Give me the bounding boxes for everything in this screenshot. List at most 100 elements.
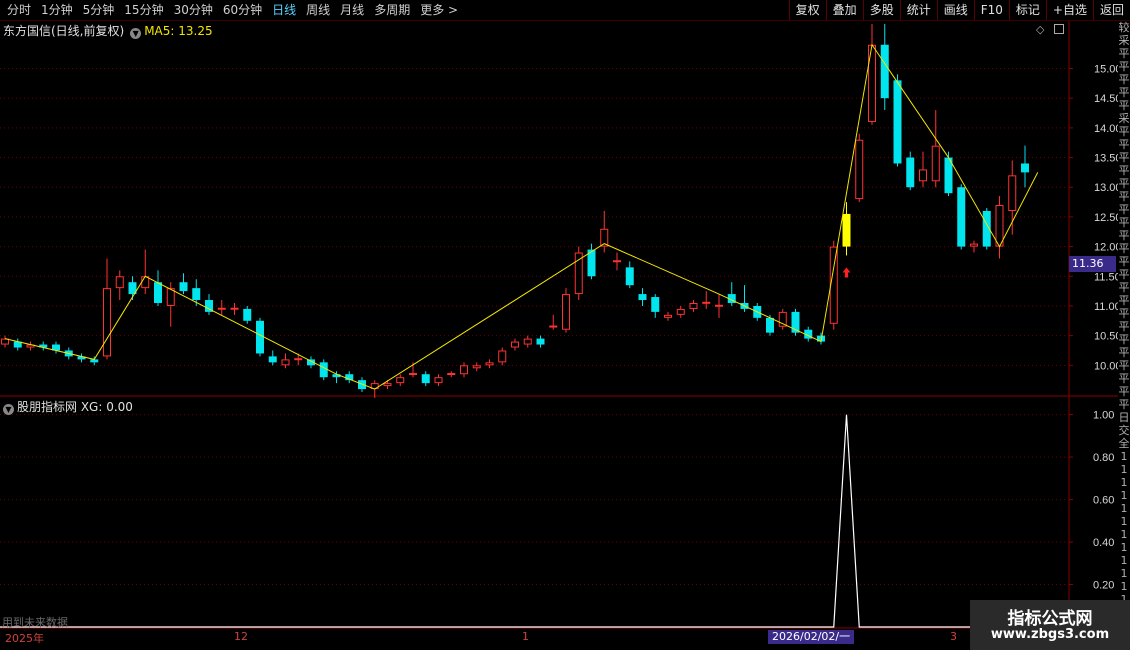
candle-body	[931, 145, 940, 182]
candle-body	[511, 341, 519, 348]
candle-body	[880, 44, 889, 99]
period-tab[interactable]: 5分钟	[78, 0, 120, 20]
price-axis-label: 12.00	[1094, 242, 1118, 254]
period-tab[interactable]: 60分钟	[218, 0, 267, 20]
price-axis-label: 14.00	[1094, 123, 1118, 135]
strip-char: 采	[1118, 34, 1130, 47]
period-tab[interactable]: 1分钟	[36, 0, 78, 20]
candle-body	[995, 205, 1004, 247]
buy-signal-arrow	[842, 267, 851, 278]
price-axis-label: 11.50	[1094, 271, 1118, 283]
indicator-axis-label: 1.00	[1093, 410, 1114, 422]
right-info-strip: 较采平平平平平采平平平平平平平平平平平平平平平平平平平平平平日交全1111111…	[1118, 21, 1130, 631]
candle-body	[613, 260, 621, 263]
watermark-title: 指标公式网	[1007, 609, 1093, 629]
price-axis-label: 10.50	[1094, 331, 1118, 343]
candle-body	[536, 338, 545, 345]
candle-body	[715, 304, 723, 307]
period-tab[interactable]: 周线	[301, 0, 335, 20]
indicator-axis-label: 0.20	[1093, 580, 1114, 592]
candle-body	[523, 338, 532, 345]
candle-body	[855, 139, 864, 200]
strip-char: 1	[1120, 515, 1128, 528]
candle-body	[294, 358, 303, 361]
candle-body	[447, 373, 456, 376]
indicator-toggle-icon[interactable]: ▼	[3, 404, 14, 415]
strip-char: 平	[1118, 268, 1130, 281]
strip-char: 平	[1118, 138, 1130, 151]
toolbar-button[interactable]: 叠加	[825, 0, 863, 20]
strip-char: 1	[1120, 567, 1128, 580]
price-axis-label: 13.00	[1094, 182, 1118, 194]
toolbar-button[interactable]: +自选	[1045, 0, 1093, 20]
strip-char: 平	[1118, 346, 1130, 359]
candle-body	[638, 294, 647, 301]
strip-char: 全	[1118, 437, 1130, 450]
price-axis-label: 14.50	[1094, 93, 1118, 105]
candle-body	[906, 157, 915, 188]
strip-char: 1	[1120, 463, 1128, 476]
action-buttons: 复权 叠加 多股 统计 画线 F10 标记 +自选 返回	[788, 0, 1130, 20]
ma-toggle-icon[interactable]: ▼	[130, 28, 142, 39]
strip-char: 平	[1118, 242, 1130, 255]
strip-char: 平	[1118, 60, 1130, 73]
candle-body	[829, 246, 838, 324]
toolbar-button[interactable]: 复权	[788, 0, 826, 20]
price-axis-label: 10.00	[1094, 360, 1118, 372]
strip-char: 平	[1118, 99, 1130, 112]
candle-body	[230, 307, 239, 310]
period-tab[interactable]: 日线	[267, 0, 301, 20]
strip-char: 采	[1118, 112, 1130, 125]
strip-char: 平	[1118, 398, 1130, 411]
indicator-name: 股朋指标网 XG: 0.00	[17, 400, 133, 414]
candle-body	[281, 359, 290, 366]
kline-chart[interactable]: 15.00 14.50 14.00 13.50 13.00 12.50 12.00 11.50…	[0, 21, 1118, 633]
candle-body	[1021, 163, 1029, 173]
toolbar-button[interactable]: 返回	[1092, 0, 1130, 20]
toolbar-button[interactable]: 画线	[936, 0, 974, 20]
candle-body	[166, 288, 175, 306]
candle-body	[1008, 175, 1017, 211]
candle-body	[702, 301, 711, 304]
candle-body	[256, 320, 264, 354]
xg-signal-line	[0, 414, 1068, 628]
strip-char: 平	[1118, 281, 1130, 294]
strip-char: 交	[1118, 424, 1130, 437]
candle-body	[103, 288, 111, 357]
candle-body	[460, 365, 468, 375]
x-axis-month-label: 3	[950, 630, 957, 643]
period-tab[interactable]: 30分钟	[169, 0, 218, 20]
candle-body	[179, 282, 188, 292]
candle-body	[766, 317, 774, 333]
toolbar-button[interactable]: 多股	[862, 0, 900, 20]
candle-body	[434, 377, 443, 384]
diamond-icon[interactable]: ◇	[1036, 23, 1044, 36]
toolbar-button[interactable]: F10	[973, 0, 1009, 20]
period-tab[interactable]: 月线	[335, 0, 369, 20]
stock-name: 东方国信(日线,前复权)	[3, 24, 125, 38]
strip-char: 平	[1118, 47, 1130, 60]
panel-controls: ◇	[1036, 23, 1064, 36]
period-tab[interactable]: 更多 >	[415, 0, 463, 20]
period-tab[interactable]: 分时	[2, 0, 36, 20]
candle-body	[689, 302, 698, 309]
strip-char: 日	[1118, 411, 1130, 424]
strip-char: 平	[1118, 333, 1130, 346]
candle-body	[409, 373, 417, 376]
toolbar-button[interactable]: 标记	[1008, 0, 1046, 20]
window-icon[interactable]	[1053, 24, 1064, 34]
candle-body	[268, 356, 277, 363]
strip-char: 1	[1120, 502, 1128, 515]
candle-body	[383, 383, 392, 387]
indicator-title: ▼ 股朋指标网 XG: 0.00	[3, 398, 133, 415]
indicator-axis-label: 0.60	[1093, 495, 1114, 507]
period-tab[interactable]: 多周期	[369, 0, 415, 20]
toolbar-button[interactable]: 统计	[899, 0, 937, 20]
candle-body	[651, 297, 660, 312]
candle-body	[421, 374, 430, 384]
strip-char: 平	[1118, 151, 1130, 164]
period-tab[interactable]: 15分钟	[119, 0, 168, 20]
strip-char: 平	[1118, 385, 1130, 398]
period-tabs: 分时 1分钟 5分钟 15分钟 30分钟 60分钟 日线 周线 月线 多周期 更多 >	[2, 0, 463, 20]
strip-char: 1	[1120, 580, 1128, 593]
